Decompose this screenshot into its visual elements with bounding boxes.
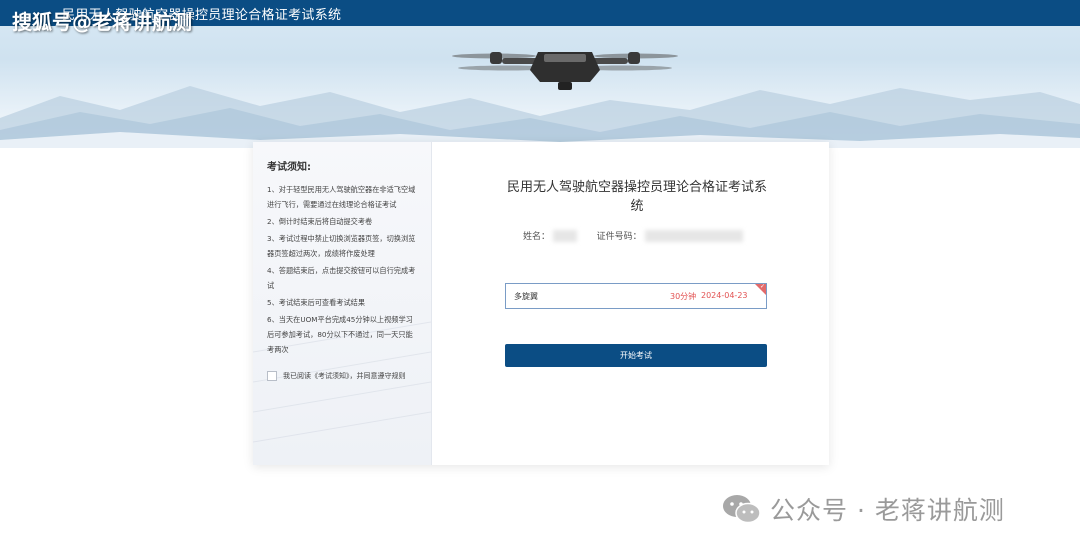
exam-option[interactable]: 多旋翼 30分钟 2024-04-23 ✓ — [505, 283, 767, 309]
agree-row[interactable]: 我已阅读《考试须知》，并同意遵守规则 — [267, 371, 406, 381]
notice-list: 1、对于轻型民用无人驾驶航空器在非适飞空域进行飞行，需要通过在线理论合格证考试 … — [267, 182, 417, 359]
exam-main: 民用无人驾驶航空器操控员理论合格证考试系统 姓名： 证件号码： 多旋翼 30分钟… — [431, 142, 829, 465]
main-title: 民用无人驾驶航空器操控员理论合格证考试系统 — [506, 180, 767, 214]
notice-item: 6、当天在UOM平台完成45分钟以上视频学习后可参加考试，80分以下不通过，同一… — [267, 315, 413, 354]
name-value-redacted — [552, 229, 577, 242]
agree-checkbox[interactable] — [267, 371, 277, 381]
agree-label[interactable]: 我已阅读《考试须知》，并同意遵守规则 — [283, 371, 406, 381]
notice-item: 5、考试结束后可查看考试结果 — [267, 298, 366, 307]
exam-duration: 30分钟 — [670, 292, 697, 301]
wechat-watermark: 公众号 · 老蒋讲航测 — [722, 491, 1005, 527]
wechat-icon — [723, 495, 761, 524]
notice-item: 4、答题结束后，点击提交按钮可以自行完成考试 — [267, 266, 416, 290]
candidate-info: 姓名： 证件号码： — [523, 229, 743, 242]
wechat-watermark-text: 公众号 · 老蒋讲航测 — [770, 496, 1005, 525]
notice-title: 考试须知: — [267, 162, 311, 173]
exam-notice: 考试须知: 1、对于轻型民用无人驾驶航空器在非适飞空域进行飞行，需要通过在线理论… — [253, 142, 432, 465]
id-label: 证件号码： — [596, 232, 642, 242]
exam-name: 多旋翼 — [514, 292, 538, 301]
exam-panel: 考试须知: 1、对于轻型民用无人驾驶航空器在非适飞空域进行飞行，需要通过在线理论… — [253, 142, 829, 465]
checkmark-icon: ✓ — [759, 283, 765, 290]
drone-illustration — [452, 52, 678, 90]
start-exam-button[interactable]: 开始考试 — [505, 344, 767, 367]
notice-item: 2、倒计时结束后将自动提交考卷 — [267, 217, 373, 226]
notice-item: 3、考试过程中禁止切换浏览器页签，切换浏览器页签超过两次，成绩将作废处理 — [267, 234, 416, 258]
name-label: 姓名： — [523, 232, 551, 242]
notice-item: 1、对于轻型民用无人驾驶航空器在非适飞空域进行飞行，需要通过在线理论合格证考试 — [267, 185, 416, 209]
id-value-redacted — [644, 229, 743, 242]
exam-date: 2024-04-23 — [701, 291, 748, 300]
watermark-top: 搜狐号@老蒋讲航测 — [12, 10, 192, 34]
